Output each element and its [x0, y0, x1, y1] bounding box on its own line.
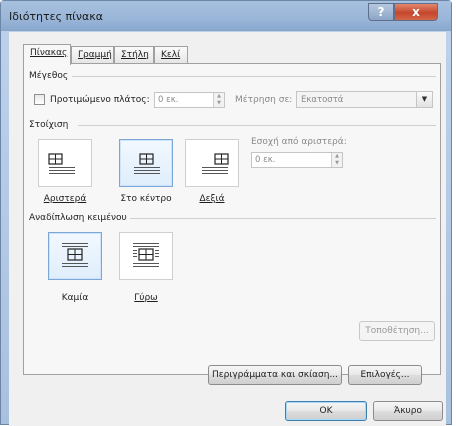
spin-down-icon[interactable]: ▼	[214, 100, 224, 107]
table-align-left-icon	[48, 153, 75, 174]
table-properties-dialog: Ιδιότητες πίνακα ? x Πίνακας Γραμμή Στήλ…	[0, 0, 452, 426]
indent-from-left-label: Εσοχή από αριστερά:	[251, 137, 347, 147]
size-divider	[72, 76, 436, 77]
preferred-width-checkbox[interactable]	[34, 94, 45, 105]
alignment-section-title: Στοίχιση	[29, 120, 69, 130]
text-wrapping-section-title: Αναδίπλωση κειμένου	[29, 213, 127, 223]
cancel-button[interactable]: Άκυρο	[373, 401, 443, 421]
tab-table[interactable]: Πίνακας	[23, 44, 71, 65]
align-left-option[interactable]	[38, 139, 92, 187]
tab-column[interactable]: Στήλη	[114, 46, 154, 64]
table-align-right-icon	[202, 153, 229, 174]
align-center-option[interactable]	[119, 139, 173, 187]
size-section-title: Μέγεθος	[29, 71, 69, 81]
spin-up-icon[interactable]: ▲	[332, 153, 342, 160]
wrap-around-label: Γύρω	[119, 293, 173, 303]
tab-column-label: Στήλη	[121, 50, 149, 60]
borders-and-shading-button[interactable]: Περιγράμματα και σκίαση...	[208, 365, 342, 385]
indent-arrows[interactable]: ▲ ▼	[331, 153, 342, 167]
table-tab-panel: Μέγεθος Προτιμώμενο πλάτος: 0 εκ. ▲ ▼ Μέ…	[23, 63, 441, 375]
wrap-around-option[interactable]	[119, 232, 173, 280]
close-button[interactable]: x	[394, 3, 438, 21]
text-wrapping-divider	[130, 218, 436, 219]
align-right-label: Δεξιά	[185, 194, 239, 204]
align-left-text: Αριστερά	[43, 194, 87, 204]
alignment-divider	[78, 125, 436, 126]
tab-table-label: Πίνακας	[30, 48, 68, 58]
spin-down-icon[interactable]: ▼	[332, 160, 342, 167]
measure-in-dropdown[interactable]: Εκατοστά ▼	[296, 91, 433, 108]
measure-in-value: Εκατοστά	[301, 95, 344, 105]
dialog-title: Ιδιότητες πίνακα	[9, 10, 104, 23]
preferred-width-spinner[interactable]: 0 εκ. ▲ ▼	[154, 92, 225, 108]
align-left-label: Αριστερά	[38, 194, 92, 204]
wrap-around-icon	[133, 243, 159, 267]
preferred-width-label: Προτιμώμενο πλάτος:	[50, 95, 150, 105]
chevron-down-icon[interactable]: ▼	[416, 92, 432, 107]
wrap-none-label: Καμία	[61, 293, 89, 303]
dialog-client-area: Πίνακας Γραμμή Στήλη Κελί Μέγεθος Προτιμ…	[9, 32, 446, 426]
align-center-label: Στο κέντρο	[120, 194, 172, 204]
help-button[interactable]: ?	[368, 3, 394, 21]
spin-up-icon[interactable]: ▲	[214, 93, 224, 100]
tab-row-label: Γραμμή	[78, 50, 112, 60]
positioning-button[interactable]: Τοποθέτηση...	[359, 321, 435, 341]
indent-from-left-value: 0 εκ.	[255, 155, 276, 165]
preferred-width-arrows[interactable]: ▲ ▼	[213, 93, 224, 107]
tab-cell-label: Κελί	[161, 50, 181, 60]
title-bar[interactable]: Ιδιότητες πίνακα ? x	[1, 1, 451, 31]
tab-row[interactable]: Γραμμή	[71, 46, 114, 64]
options-button[interactable]: Επιλογές...	[348, 365, 422, 385]
measure-in-label: Μέτρηση σε:	[235, 95, 293, 105]
tab-cell[interactable]: Κελί	[154, 46, 188, 64]
ok-button[interactable]: OK	[285, 401, 367, 421]
indent-from-left-spinner[interactable]: 0 εκ. ▲ ▼	[251, 152, 343, 168]
wrap-none-option[interactable]	[48, 232, 102, 280]
align-right-option[interactable]	[185, 139, 239, 187]
wrap-around-text: Γύρω	[134, 293, 158, 303]
table-align-center-icon	[134, 153, 160, 174]
align-right-text: Δεξιά	[199, 194, 225, 204]
preferred-width-value: 0 εκ.	[158, 95, 179, 105]
wrap-none-icon	[62, 243, 88, 267]
